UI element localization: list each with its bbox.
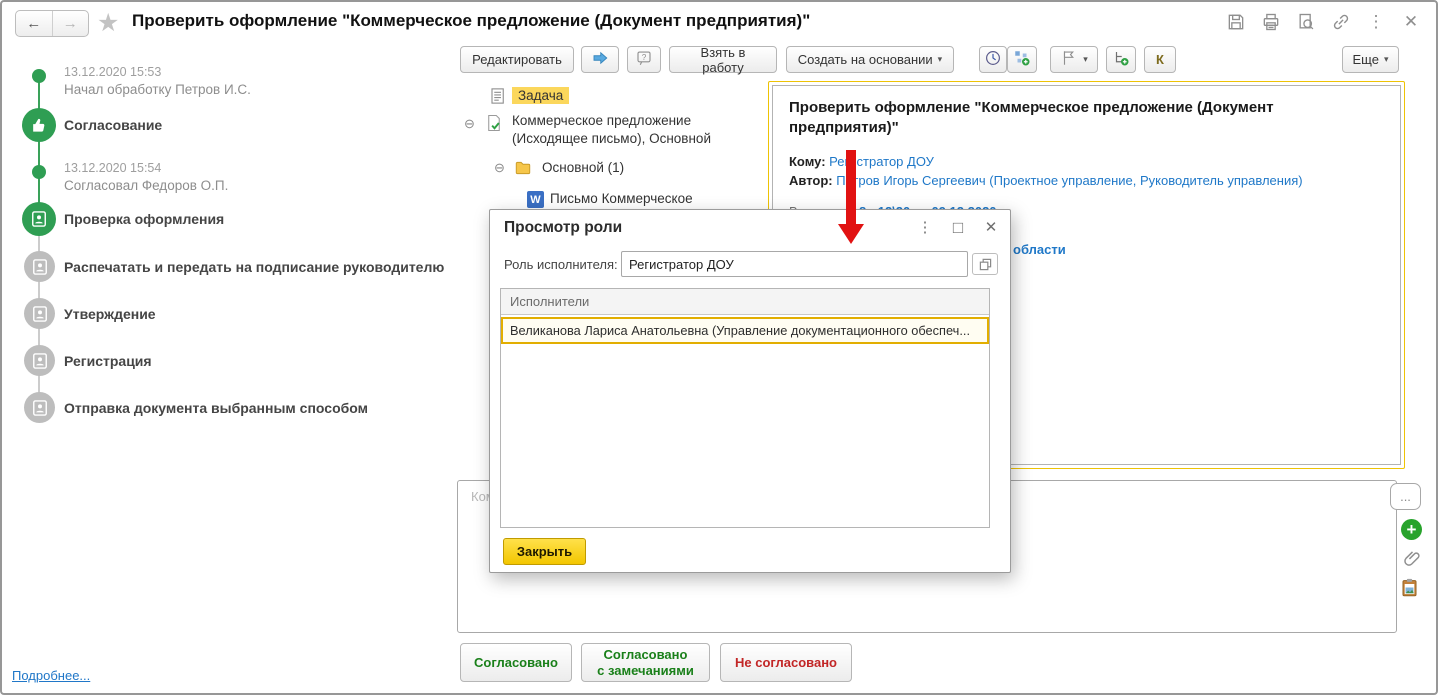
task-document-icon (489, 87, 507, 105)
approve-button[interactable]: Согласовано (460, 643, 572, 682)
timeline-dot-icon (32, 69, 46, 83)
chevron-down-icon: ▾ (937, 54, 943, 64)
forward-button[interactable]: → (51, 11, 89, 36)
timeline-dot-icon (32, 165, 46, 179)
chevron-down-icon: ▾ (1383, 54, 1389, 64)
tree-item-file[interactable]: Письмо Коммерческое (550, 191, 693, 206)
blue-arrow-icon (591, 49, 609, 70)
tree-item-document-line2[interactable]: (Исходящее письмо), Основной (512, 131, 711, 146)
process-chart-button[interactable] (1007, 46, 1037, 73)
svg-text:?: ? (642, 53, 647, 62)
edit-button[interactable]: Редактировать (460, 46, 574, 73)
timeline-line-done (38, 76, 40, 219)
reject-button[interactable]: Не согласовано (720, 643, 852, 682)
create-based-on-button[interactable]: Создать на основании ▾ (786, 46, 954, 73)
dialog-close-icon[interactable]: ✕ (981, 218, 1001, 236)
expander-icon[interactable]: ⊖ (494, 161, 505, 174)
history-button[interactable] (979, 46, 1007, 73)
more-button[interactable]: Еще ▾ (1342, 46, 1399, 73)
role-field-label: Роль исполнителя: (504, 257, 618, 272)
to-label: Кому: (789, 154, 826, 169)
flag-icon (1060, 49, 1078, 70)
role-input[interactable] (621, 251, 968, 277)
header-icons: ⋮ ✕ (1225, 11, 1422, 33)
page-title: Проверить оформление "Коммерческое предл… (132, 11, 811, 30)
kebab-menu-icon[interactable]: ⋮ (1365, 11, 1387, 33)
create-based-on-label: Создать на основании (797, 52, 933, 67)
tree-add-icon (1112, 49, 1130, 70)
link-icon[interactable] (1330, 11, 1352, 33)
subtask-tree-button[interactable] (1106, 46, 1136, 73)
dialog-title: Просмотр роли (504, 219, 623, 236)
comment-expand-button[interactable]: ... (1390, 483, 1421, 510)
word-file-icon: W (527, 191, 544, 208)
executors-header: Исполнители (501, 289, 989, 315)
help-icon: ? (635, 49, 653, 70)
executors-list: Исполнители Великанова Лариса Анатольевн… (500, 288, 990, 528)
task-to-line: Кому: Регистратор ДОУ (789, 152, 1384, 171)
nav-group: ← → (15, 10, 89, 37)
approve-with-notes-button[interactable]: Согласовано с замечаниями (581, 643, 710, 682)
expander-icon[interactable]: ⊖ (464, 117, 475, 130)
timeline-stage-label: Распечатать и передать на подписание рук… (64, 259, 445, 275)
add-icon[interactable]: + (1401, 519, 1422, 540)
org-chart-plus-icon (1013, 49, 1031, 70)
chevron-down-icon: ▾ (1083, 54, 1088, 64)
role-view-dialog: Просмотр роли ⋮ □ ✕ Роль исполнителя: Ис… (489, 209, 1011, 573)
role-choose-button[interactable] (972, 253, 998, 275)
document-check-icon (485, 114, 503, 132)
task-title: Проверить оформление "Коммерческое предл… (789, 99, 1274, 136)
tree-item-document-line1[interactable]: Коммерческое предложение (512, 113, 691, 128)
timeline-date: 13.12.2020 15:53 (64, 65, 162, 79)
person-badge-icon (24, 345, 55, 376)
timeline-text: Начал обработку Петров И.С. (64, 82, 251, 97)
task-author-line: Автор: Петров Игорь Сергеевич (Проектное… (789, 171, 1384, 190)
close-dialog-button[interactable]: Закрыть (503, 538, 586, 565)
favorite-star-icon[interactable]: ★ (97, 8, 119, 38)
person-badge-icon (22, 202, 56, 236)
more-label: Еще (1352, 52, 1379, 67)
timeline-stage-label: Регистрация (64, 353, 152, 369)
person-badge-icon (24, 392, 55, 423)
attachment-icon[interactable] (1402, 548, 1423, 569)
timeline-stage-label: Проверка оформления (64, 211, 225, 227)
details-link[interactable]: Подробнее... (12, 668, 90, 683)
executor-row-selected[interactable]: Великанова Лариса Анатольевна (Управлени… (501, 317, 989, 344)
approve-label: Согласовано (474, 654, 558, 670)
reject-label: Не согласовано (735, 654, 837, 670)
thumbs-up-icon (22, 108, 56, 142)
timeline-stage-label: Отправка документа выбранным способом (64, 400, 368, 416)
tree-item-folder[interactable]: Основной (1) (542, 160, 624, 175)
folder-icon (514, 159, 532, 177)
timeline-stage-label: Согласование (64, 117, 163, 133)
timeline-stage-label: Утверждение (64, 306, 156, 322)
dialog-maximize-icon[interactable]: □ (948, 218, 968, 238)
dialog-kebab-icon[interactable]: ⋮ (915, 218, 935, 236)
approve-notes-label-2: с замечаниями (597, 662, 694, 678)
author-label: Автор: (789, 173, 833, 188)
clipboard-image-icon[interactable] (1399, 577, 1420, 598)
forward-task-button[interactable] (581, 46, 619, 73)
preview-icon[interactable] (1295, 11, 1317, 33)
tree-item-task[interactable]: Задача (512, 87, 570, 104)
timeline-date: 13.12.2020 15:54 (64, 161, 162, 175)
k-style-button[interactable]: К (1144, 46, 1176, 73)
save-icon[interactable] (1225, 11, 1247, 33)
take-to-work-button[interactable]: Взять в работу (669, 45, 777, 75)
to-link[interactable]: Регистратор ДОУ (829, 154, 934, 169)
hidden-fragment-link[interactable]: области (1013, 242, 1066, 257)
clock-icon (984, 49, 1002, 70)
flag-button[interactable]: ▾ (1050, 46, 1098, 73)
approve-notes-label-1: Согласовано (603, 646, 688, 662)
person-badge-icon (24, 298, 55, 329)
app-window: ← → ★ Проверить оформление "Коммерческое… (0, 0, 1438, 695)
print-icon[interactable] (1260, 11, 1282, 33)
timeline-text: Согласовал Федоров О.П. (64, 178, 229, 193)
back-button[interactable]: ← (16, 11, 52, 36)
window-close-icon[interactable]: ✕ (1400, 11, 1422, 33)
help-button[interactable]: ? (627, 46, 661, 73)
author-link[interactable]: Петров Игорь Сергеевич (Проектное управл… (836, 173, 1302, 188)
person-badge-icon (24, 251, 55, 282)
